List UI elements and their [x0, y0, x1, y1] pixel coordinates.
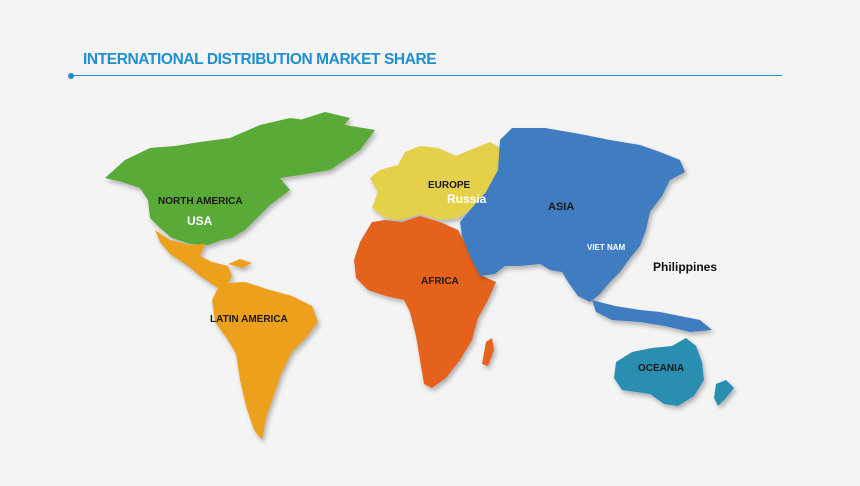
label-oceania: OCEANIA	[638, 363, 684, 374]
label-north-america: NORTH AMERICA	[158, 196, 243, 207]
label-philippines: Philippines	[653, 260, 717, 274]
world-map: NORTH AMERICA USA LATIN AMERICA EUROPE R…	[105, 112, 734, 440]
label-africa: AFRICA	[421, 276, 459, 287]
region-latin-america[interactable]	[155, 230, 318, 440]
label-asia: ASIA	[548, 201, 574, 213]
label-russia: Russia	[447, 192, 487, 206]
label-vietnam: VIET NAM	[587, 243, 626, 252]
region-north-america[interactable]	[105, 112, 375, 245]
label-europe: EUROPE	[428, 180, 471, 191]
label-latin-america: LATIN AMERICA	[210, 314, 288, 325]
label-usa: USA	[187, 214, 213, 228]
